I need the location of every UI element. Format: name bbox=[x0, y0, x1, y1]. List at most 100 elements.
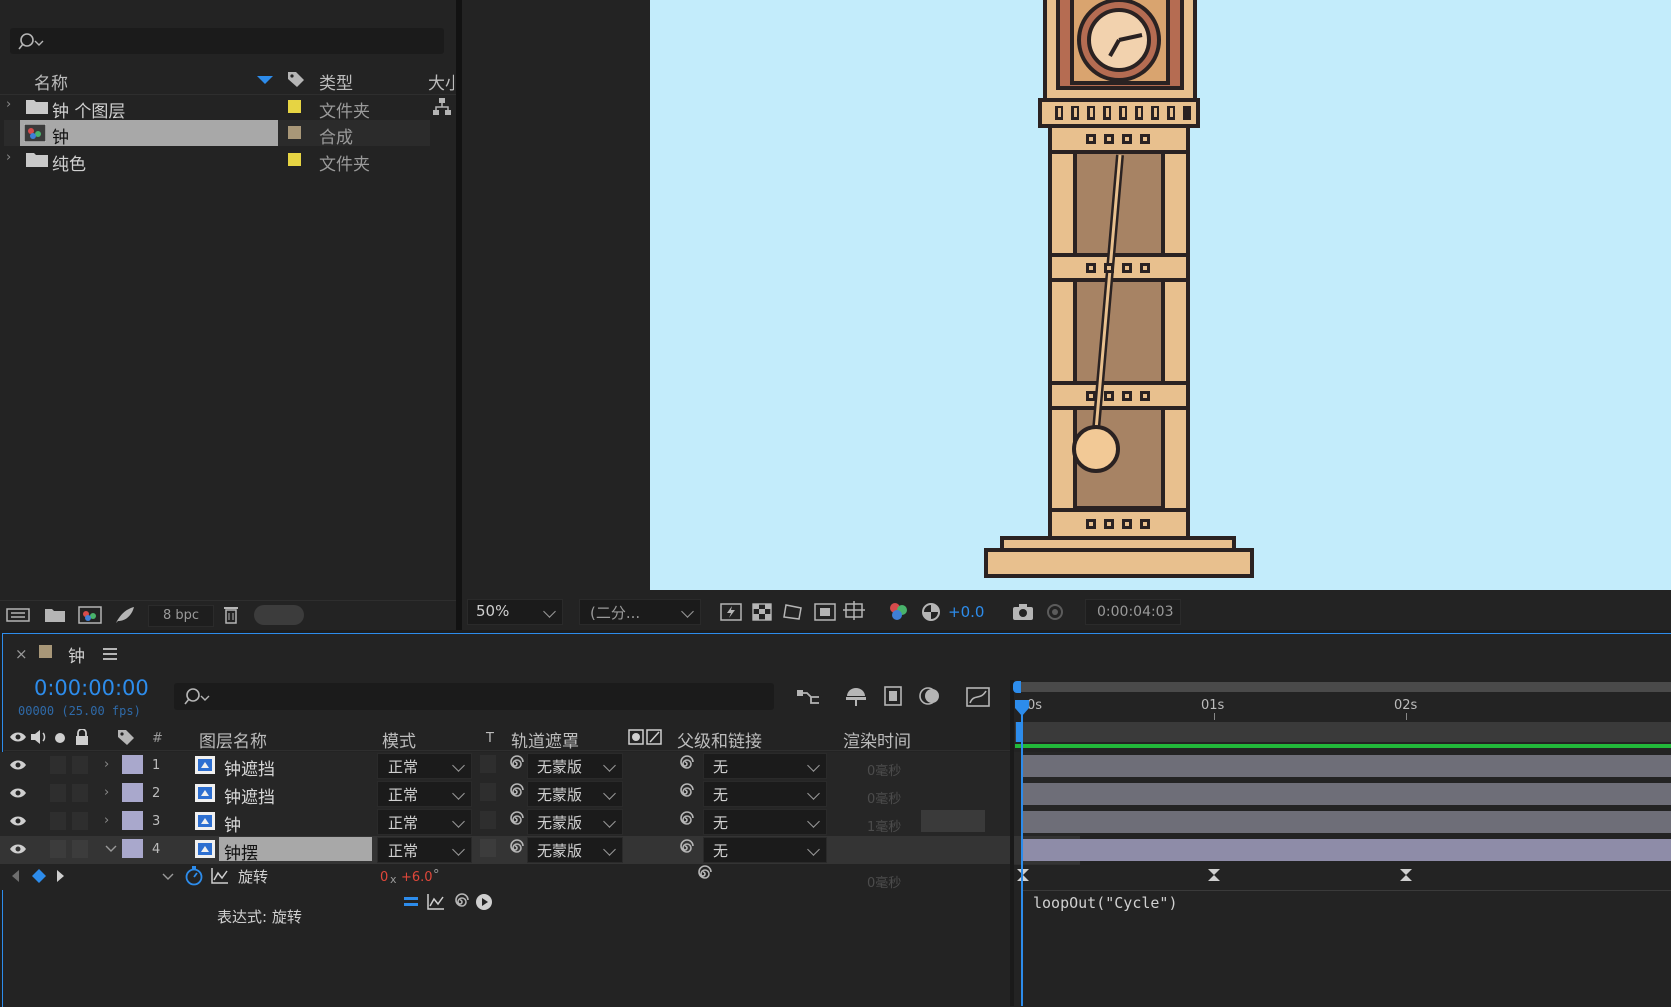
track-matte-dropdown[interactable]: 无蒙版 bbox=[527, 781, 623, 807]
property-row[interactable] bbox=[0, 864, 1010, 890]
flowchart-icon[interactable] bbox=[432, 98, 452, 116]
viewer-timecode[interactable]: 0:00:04:03 bbox=[1085, 599, 1181, 625]
mask-visibility-icon[interactable] bbox=[782, 602, 804, 622]
track-matte-dropdown[interactable]: 无蒙版 bbox=[527, 837, 623, 863]
eye-icon[interactable] bbox=[9, 843, 27, 855]
layer-label-swatch[interactable] bbox=[122, 755, 143, 774]
layer-name[interactable]: 钟 bbox=[224, 811, 241, 836]
zoom-dropdown[interactable]: 50% bbox=[467, 599, 563, 625]
work-area-bar[interactable] bbox=[1015, 682, 1671, 692]
expression-enable-icon[interactable] bbox=[403, 895, 419, 909]
lock-toggle[interactable] bbox=[72, 756, 88, 774]
solo-toggle[interactable] bbox=[50, 756, 66, 774]
rotation-degrees[interactable]: +6.0 bbox=[401, 870, 433, 885]
expand-arrow-icon[interactable]: › bbox=[6, 97, 11, 112]
show-snapshot-icon[interactable] bbox=[1044, 603, 1066, 621]
parent-pickwhip-icon[interactable] bbox=[676, 811, 694, 829]
transparency-grid-icon[interactable] bbox=[752, 603, 772, 621]
collapse-arrow-icon[interactable] bbox=[105, 845, 117, 853]
expression-pickwhip-icon[interactable] bbox=[451, 893, 469, 911]
timeline-tab-title[interactable]: 钟 bbox=[68, 642, 85, 667]
parent-pickwhip-icon[interactable] bbox=[676, 839, 694, 857]
preserve-transparency-toggle[interactable] bbox=[480, 839, 496, 857]
layer-label-swatch[interactable] bbox=[122, 811, 143, 830]
new-composition-icon[interactable] bbox=[78, 606, 102, 624]
lock-toggle[interactable] bbox=[72, 784, 88, 802]
parent-dropdown[interactable]: 无 bbox=[703, 837, 827, 863]
eye-icon[interactable] bbox=[9, 815, 27, 827]
expand-arrow-icon[interactable]: › bbox=[6, 150, 11, 165]
layer-name[interactable]: 钟遮挡 bbox=[224, 755, 275, 780]
column-render-time[interactable]: 渲染时间 bbox=[843, 727, 911, 752]
project-search-input[interactable] bbox=[10, 28, 444, 54]
add-keyframe-icon[interactable] bbox=[32, 869, 46, 883]
track-matte-dropdown[interactable]: 无蒙版 bbox=[527, 809, 623, 835]
column-track-matte[interactable]: 轨道遮罩 bbox=[511, 727, 579, 752]
solo-toggle[interactable] bbox=[50, 784, 66, 802]
eye-icon[interactable] bbox=[9, 759, 27, 771]
column-mode[interactable]: 模式 bbox=[382, 727, 416, 752]
column-t[interactable]: T bbox=[486, 731, 494, 746]
parent-dropdown[interactable]: 无 bbox=[703, 753, 827, 779]
solo-toggle[interactable] bbox=[50, 840, 66, 858]
expression-language-menu-icon[interactable] bbox=[475, 893, 493, 911]
comp-canvas[interactable] bbox=[650, 0, 1671, 590]
track-matte-dropdown[interactable]: 无蒙版 bbox=[527, 753, 623, 779]
preserve-transparency-toggle[interactable] bbox=[480, 755, 496, 773]
stopwatch-icon[interactable] bbox=[184, 866, 204, 886]
fast-preview-icon[interactable] bbox=[720, 602, 742, 622]
prev-keyframe-icon[interactable] bbox=[12, 870, 20, 882]
graph-icon[interactable] bbox=[211, 868, 229, 884]
matte-pickwhip-icon[interactable] bbox=[506, 755, 524, 773]
layer-duration-bar[interactable] bbox=[1022, 755, 1671, 777]
layer-label-swatch[interactable] bbox=[122, 839, 143, 858]
lock-toggle[interactable] bbox=[72, 840, 88, 858]
region-of-interest-icon[interactable] bbox=[814, 602, 836, 622]
expand-arrow-icon[interactable]: › bbox=[104, 785, 109, 800]
layer-name[interactable]: 钟摆 bbox=[224, 839, 258, 864]
keyframe-marker-icon[interactable] bbox=[1399, 868, 1413, 882]
timeline-search-input[interactable] bbox=[174, 683, 774, 710]
playhead-handle-icon[interactable] bbox=[1015, 700, 1029, 716]
expression-code[interactable]: loopOut("Cycle") bbox=[1033, 894, 1178, 912]
parent-dropdown[interactable]: 无 bbox=[703, 781, 827, 807]
solo-toggle[interactable] bbox=[50, 812, 66, 830]
matte-pickwhip-icon[interactable] bbox=[506, 839, 524, 857]
label-color-swatch[interactable] bbox=[288, 126, 301, 139]
new-folder-icon[interactable] bbox=[44, 606, 66, 624]
column-size[interactable]: 大小 bbox=[428, 69, 454, 94]
preserve-transparency-toggle[interactable] bbox=[480, 811, 496, 829]
bit-depth-button[interactable]: 8 bpc bbox=[148, 605, 214, 627]
time-ruler[interactable] bbox=[1015, 694, 1671, 720]
current-timecode[interactable]: 0:00:00:00 bbox=[34, 676, 149, 700]
mode-dropdown[interactable]: 正常 bbox=[377, 837, 472, 863]
collapse-arrow-icon[interactable] bbox=[162, 873, 174, 881]
layer-duration-bar-selected[interactable] bbox=[1022, 839, 1671, 861]
layer-duration-bar[interactable] bbox=[1022, 783, 1671, 805]
lock-toggle[interactable] bbox=[72, 812, 88, 830]
feather-icon[interactable] bbox=[114, 605, 136, 625]
exposure-value[interactable]: +0.0 bbox=[948, 603, 984, 621]
frame-blending-icon[interactable] bbox=[881, 685, 905, 707]
rotation-turns[interactable]: 0 bbox=[380, 870, 388, 885]
grid-guides-icon[interactable] bbox=[843, 601, 867, 623]
expand-arrow-icon[interactable]: › bbox=[104, 813, 109, 828]
trash-icon[interactable] bbox=[222, 605, 240, 625]
draft-3d-icon[interactable] bbox=[844, 686, 868, 706]
timeline-split-divider[interactable] bbox=[1010, 680, 1014, 1006]
panel-menu-icon[interactable] bbox=[103, 648, 117, 660]
property-name[interactable]: 旋转 bbox=[238, 866, 268, 887]
preserve-transparency-toggle[interactable] bbox=[480, 783, 496, 801]
column-number[interactable]: # bbox=[152, 731, 163, 746]
parent-pickwhip-icon[interactable] bbox=[676, 783, 694, 801]
motion-blur-icon[interactable] bbox=[918, 685, 942, 707]
label-color-swatch[interactable] bbox=[288, 100, 301, 113]
channel-rgb-icon[interactable] bbox=[888, 601, 910, 623]
layer-duration-bar[interactable] bbox=[1022, 811, 1671, 833]
mode-dropdown[interactable]: 正常 bbox=[377, 809, 472, 835]
graph-editor-icon[interactable] bbox=[966, 685, 990, 707]
eye-icon[interactable] bbox=[9, 787, 27, 799]
column-parent[interactable]: 父级和链接 bbox=[677, 727, 762, 752]
keyframe-marker-icon[interactable] bbox=[1016, 868, 1030, 882]
project-item-row[interactable]: › 钟 个图层 文件夹 bbox=[4, 94, 430, 122]
